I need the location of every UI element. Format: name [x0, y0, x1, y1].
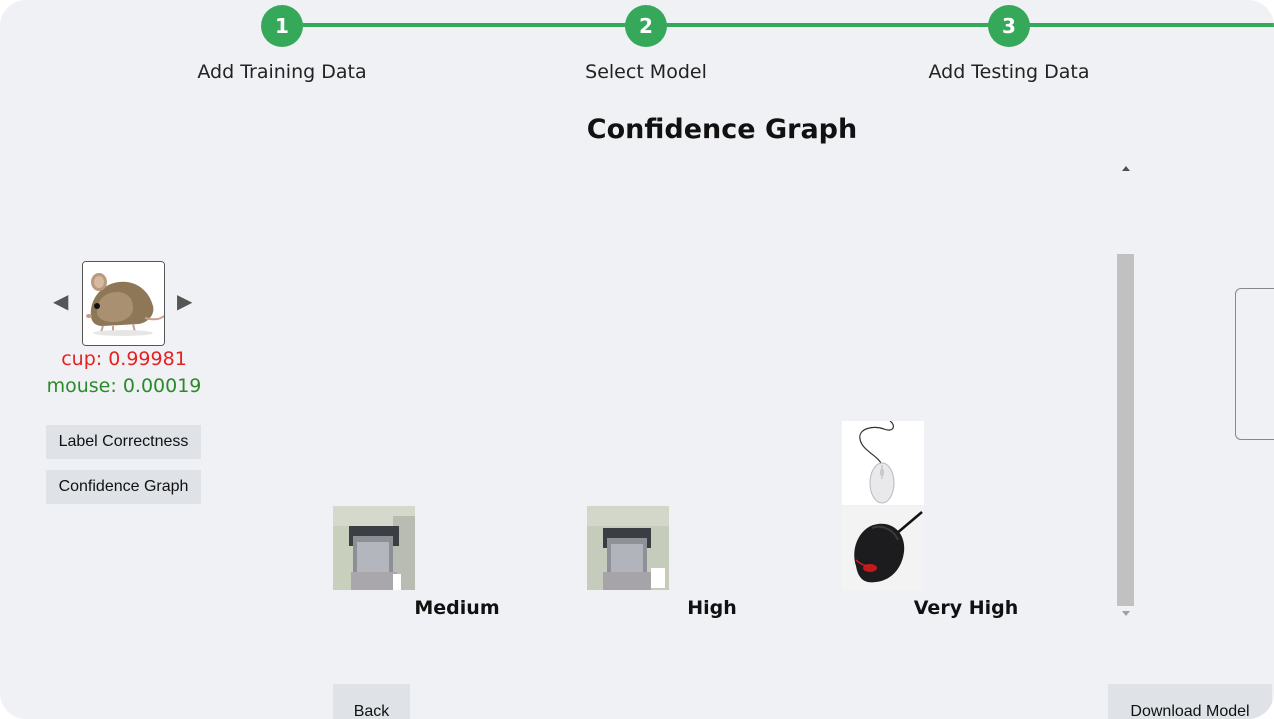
- back-button[interactable]: Back: [333, 684, 410, 719]
- step-2-circle[interactable]: 2: [625, 5, 667, 47]
- score-cup: cup: 0.99981: [61, 348, 187, 370]
- scroll-down-icon[interactable]: [1117, 606, 1134, 620]
- medium-column-label: Medium: [414, 597, 500, 619]
- page-title: Confidence Graph: [586, 114, 858, 145]
- label-correctness-button[interactable]: Label Correctness: [46, 425, 201, 459]
- step-1-label[interactable]: Add Training Data: [197, 61, 366, 83]
- download-model-button[interactable]: Download Model: [1108, 684, 1272, 719]
- step-1-circle[interactable]: 1: [261, 5, 303, 47]
- step-2-label[interactable]: Select Model: [585, 61, 707, 83]
- field-mouse-photo: [82, 261, 165, 346]
- scroll-up-icon[interactable]: [1117, 162, 1134, 176]
- confidence-graph-button[interactable]: Confidence Graph: [46, 470, 201, 504]
- score-mouse: mouse: 0.00019: [46, 375, 202, 397]
- step-3-circle[interactable]: 3: [988, 5, 1030, 47]
- app-frame: 1 Add Training Data 2 Select Model 3 Add…: [0, 0, 1274, 719]
- high-face-photo[interactable]: [587, 506, 669, 590]
- triangle-right-icon[interactable]: ▶: [177, 290, 192, 312]
- medium-face-photo[interactable]: [333, 506, 415, 590]
- black-mouse-photo[interactable]: [842, 506, 924, 590]
- step-3-label[interactable]: Add Testing Data: [928, 61, 1089, 83]
- side-panel-card: [1235, 288, 1274, 440]
- triangle-left-icon[interactable]: ◀: [53, 290, 68, 312]
- high-column-label: High: [687, 597, 737, 619]
- white-mouse-photo[interactable]: [842, 421, 924, 505]
- stepper-line: [282, 23, 1274, 27]
- very-high-column-label: Very High: [913, 597, 1019, 619]
- scrollbar-thumb[interactable]: [1117, 254, 1134, 606]
